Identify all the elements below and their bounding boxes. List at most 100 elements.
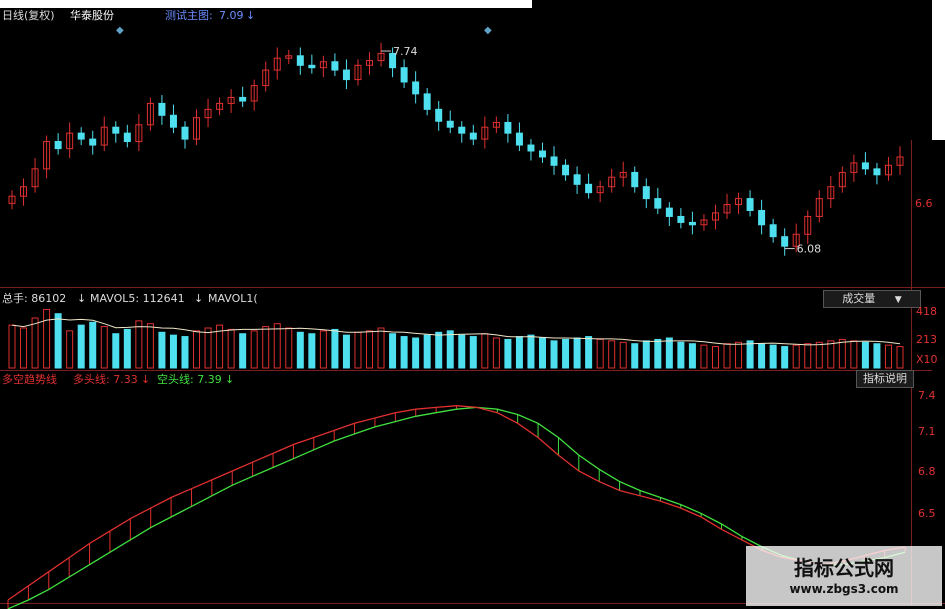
volume-bar [412, 337, 420, 369]
candle-body [54, 140, 62, 150]
candle-body [400, 67, 408, 83]
volume-bar [123, 328, 131, 369]
volume-bar [492, 337, 500, 369]
volume-bar [562, 338, 570, 369]
volume-bar [515, 336, 523, 369]
volume-bar [596, 338, 604, 369]
volume-bar [665, 337, 673, 369]
volume-bar [135, 320, 143, 369]
candle-body [573, 174, 581, 185]
volume-bar [838, 338, 846, 369]
volume-bar [66, 330, 74, 369]
volume-bar [504, 338, 512, 369]
candle-body [746, 198, 754, 212]
volume-bar [769, 344, 777, 369]
candle-body [181, 126, 189, 140]
candle-body [688, 221, 696, 226]
volume-bar [700, 344, 708, 369]
volume-bar [169, 334, 177, 369]
volume-bar [366, 330, 374, 369]
candle-body [239, 96, 247, 102]
volume-bar [677, 341, 685, 369]
volume-bar [654, 338, 662, 369]
volume-bar [815, 341, 823, 369]
candle-body [873, 168, 881, 176]
volume-bar [377, 327, 385, 369]
low-price-label: 6.08 [797, 243, 822, 256]
candle-body [458, 126, 466, 134]
volume-bar [619, 341, 627, 369]
volume-bar [735, 341, 743, 369]
candle-body [504, 121, 512, 134]
volume-bar [642, 340, 650, 369]
candle-body [769, 224, 777, 238]
candle-body [342, 69, 350, 81]
volume-bar [354, 331, 362, 369]
volume-bar [631, 343, 639, 369]
volume-bar [896, 346, 904, 369]
candle-body [550, 156, 558, 166]
volume-bar [204, 327, 212, 369]
volume-bar [43, 308, 51, 369]
candle-body [308, 64, 316, 69]
volume-bar [723, 343, 731, 369]
volume-bar [758, 343, 766, 369]
candle-body [665, 207, 673, 217]
volume-bar [89, 321, 97, 369]
candle-body [654, 198, 662, 209]
volume-bar [54, 313, 62, 369]
candle-body [781, 236, 789, 247]
candle-body [77, 132, 85, 140]
volume-bar [331, 328, 339, 369]
watermark: 指标公式网 www.zbgs3.com [746, 546, 942, 606]
volume-bar [250, 330, 258, 369]
candle-body [515, 132, 523, 146]
watermark-title: 指标公式网 [794, 556, 894, 580]
volume-bar [100, 326, 108, 369]
candle-body [435, 108, 443, 122]
volume-bar [193, 330, 201, 369]
volume-bar [400, 336, 408, 369]
candle-body [296, 55, 304, 66]
volume-bar [550, 340, 558, 369]
candle-body [169, 114, 177, 128]
candle-body [89, 138, 97, 146]
volume-bar [319, 330, 327, 369]
candle-body [585, 183, 593, 194]
volume-bar [469, 336, 477, 369]
volume-bar [8, 324, 16, 369]
volume-bar [31, 317, 39, 369]
volume-bar [538, 337, 546, 369]
high-price-label: 7.74 [393, 45, 418, 58]
volume-bar [285, 327, 293, 369]
volume-bar [435, 331, 443, 369]
candle-body [123, 132, 131, 142]
volume-bar [861, 341, 869, 369]
candle-body [758, 210, 766, 226]
volume-bar [342, 334, 350, 369]
chart-canvas: 7.74 6.08 [7, 42, 906, 609]
volume-bar [792, 344, 800, 369]
candle-body [158, 102, 166, 116]
volume-bar [146, 323, 154, 369]
volume-bar [181, 336, 189, 369]
volume-bar [458, 334, 466, 369]
volume-bar [608, 340, 616, 369]
volume-bar [573, 337, 581, 369]
candle-body [538, 150, 546, 158]
volume-bar [527, 334, 535, 369]
volume-bar [273, 323, 281, 369]
volume-bar [873, 343, 881, 369]
candle-body [331, 61, 339, 71]
candle-body [446, 120, 454, 128]
volume-bar [308, 333, 316, 369]
volume-bar [239, 333, 247, 369]
volume-bar [711, 346, 719, 369]
candle-body [677, 215, 685, 223]
volume-bar [850, 340, 858, 369]
volume-bar [446, 330, 454, 369]
volume-bar [827, 340, 835, 369]
volume-bar [296, 331, 304, 369]
volume-bar [112, 333, 120, 369]
candle-body [469, 132, 477, 140]
